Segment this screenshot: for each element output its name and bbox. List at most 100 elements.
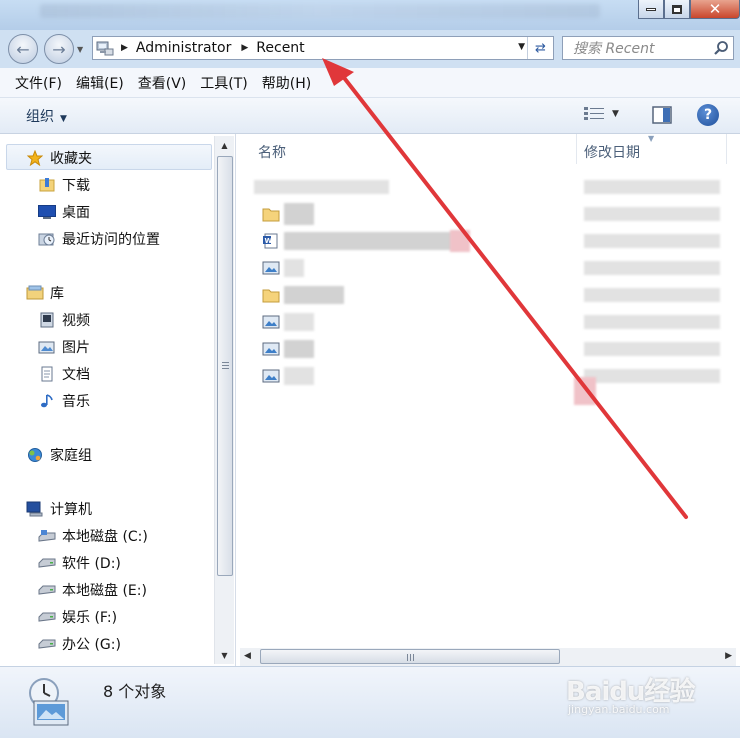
music-library-icon [38,393,56,409]
nav-favorites[interactable]: 收藏夹 [26,147,92,169]
minimize-icon [646,7,656,11]
breadcrumb-recent[interactable]: Recent [256,40,304,56]
nav-documents[interactable]: 文档 [38,363,90,385]
file-row[interactable] [254,311,724,333]
redacted-name [284,203,314,225]
nav-vertical-scrollbar[interactable]: ▲ ▼ [214,136,234,664]
maximize-icon [672,4,682,14]
arrow-right-icon: → [52,39,66,59]
nav-pictures-label: 图片 [62,340,90,356]
nav-drive-e-label: 本地磁盘 (E:) [62,583,147,599]
nav-desktop[interactable]: 桌面 [38,201,90,223]
column-header-date-modified[interactable]: 修改日期 [584,142,640,162]
scrollbar-thumb[interactable] [260,649,560,664]
nav-videos-label: 视频 [62,313,90,329]
address-bar[interactable]: ▶ Administrator ▶ Recent ▼ ⇄ [92,36,554,60]
nav-videos[interactable]: 视频 [38,309,90,331]
scroll-up-icon[interactable]: ▲ [215,136,234,154]
chevron-down-icon[interactable]: ▼ [612,109,619,119]
search-box[interactable]: 搜索 Recent [562,36,734,60]
image-file-icon [262,261,280,275]
file-row[interactable] [254,338,724,360]
column-divider[interactable] [576,134,577,164]
nav-computer[interactable]: 计算机 [26,498,92,520]
nav-drive-c[interactable]: 本地磁盘 (C:) [38,525,148,547]
status-bar: 8 个对象 Baidu经验 jingyan.baidu.com [0,666,740,738]
nav-drive-d[interactable]: 软件 (D:) [38,552,121,574]
recent-items-icon [26,675,76,729]
scroll-down-icon[interactable]: ▼ [215,646,234,664]
back-button[interactable]: ← [8,34,38,64]
nav-drive-e[interactable]: 本地磁盘 (E:) [38,579,147,601]
image-file-icon [262,342,280,356]
search-icon[interactable] [709,40,733,56]
file-row[interactable] [254,176,724,198]
nav-downloads[interactable]: 下载 [38,174,90,196]
nav-recent-places[interactable]: 最近访问的位置 [38,228,160,250]
redacted-name [450,230,470,252]
window-controls: ✕ [638,0,740,20]
refresh-button[interactable]: ⇄ [527,37,553,59]
chevron-right-icon[interactable]: ▶ [121,43,128,53]
minimize-button[interactable] [638,0,664,19]
command-toolbar: 组织 ▼ ▼ ? [0,98,740,134]
maximize-button[interactable] [664,0,690,19]
redacted-name [284,367,314,385]
hard-drive-icon [38,582,56,598]
organize-button[interactable]: 组织 ▼ [26,106,67,126]
preview-pane-button[interactable] [652,106,672,128]
file-row[interactable] [254,257,724,279]
nav-music-label: 音乐 [62,394,90,410]
chevron-right-icon[interactable]: ▶ [241,43,248,53]
redacted-name [284,340,314,358]
redacted-name [284,232,459,250]
help-button[interactable]: ? [697,104,719,126]
address-dropdown-icon[interactable]: ▼ [518,42,525,52]
documents-library-icon [38,366,56,382]
redacted-date [584,261,720,275]
search-input[interactable]: 搜索 Recent [573,38,709,58]
file-row[interactable] [254,365,724,405]
file-row[interactable] [254,284,724,306]
nav-homegroup[interactable]: 家庭组 [26,444,92,466]
close-icon: ✕ [708,0,722,18]
menu-file[interactable]: 文件(F) [8,73,69,93]
grip-icon [407,654,415,661]
history-dropdown-icon[interactable]: ▼ [77,45,83,54]
redacted-name [284,313,314,331]
file-list-pane: 名称 ▼ 修改日期 W ◀ ▶ [236,134,740,666]
close-button[interactable]: ✕ [690,0,740,19]
image-file-icon [262,315,280,329]
scrollbar-thumb[interactable] [217,156,233,576]
menu-tools[interactable]: 工具(T) [193,73,254,93]
forward-button[interactable]: → [44,34,74,64]
menu-help[interactable]: 帮助(H) [255,73,318,93]
menu-view[interactable]: 查看(V) [131,73,194,93]
change-view-button[interactable]: ▼ [584,107,619,121]
redacted-name [284,259,304,277]
file-row[interactable] [254,203,724,225]
nav-drive-f[interactable]: 娱乐 (F:) [38,606,117,628]
menu-edit[interactable]: 编辑(E) [69,73,131,93]
nav-libraries[interactable]: 库 [26,282,64,304]
scroll-left-icon[interactable]: ◀ [244,651,251,661]
scroll-right-icon[interactable]: ▶ [725,651,732,661]
computer-location-icon [93,37,117,59]
column-divider[interactable] [726,134,727,164]
nav-drive-g[interactable]: 办公 (G:) [38,633,121,655]
column-header-name[interactable]: 名称 [258,142,286,162]
organize-label: 组织 [26,109,54,125]
redacted-name [284,286,344,304]
nav-computer-label: 计算机 [50,502,92,518]
file-row[interactable]: W [254,230,724,252]
nav-music[interactable]: 音乐 [38,390,90,412]
nav-downloads-label: 下载 [62,178,90,194]
redacted-date [584,288,720,302]
nav-pictures[interactable]: 图片 [38,336,90,358]
recent-places-icon [38,231,56,247]
chevron-down-icon: ▼ [60,114,67,124]
redacted-date [574,377,596,405]
horizontal-scrollbar[interactable]: ◀ ▶ [240,648,736,666]
preview-pane-icon [652,106,672,124]
breadcrumb-administrator[interactable]: Administrator [136,40,231,56]
